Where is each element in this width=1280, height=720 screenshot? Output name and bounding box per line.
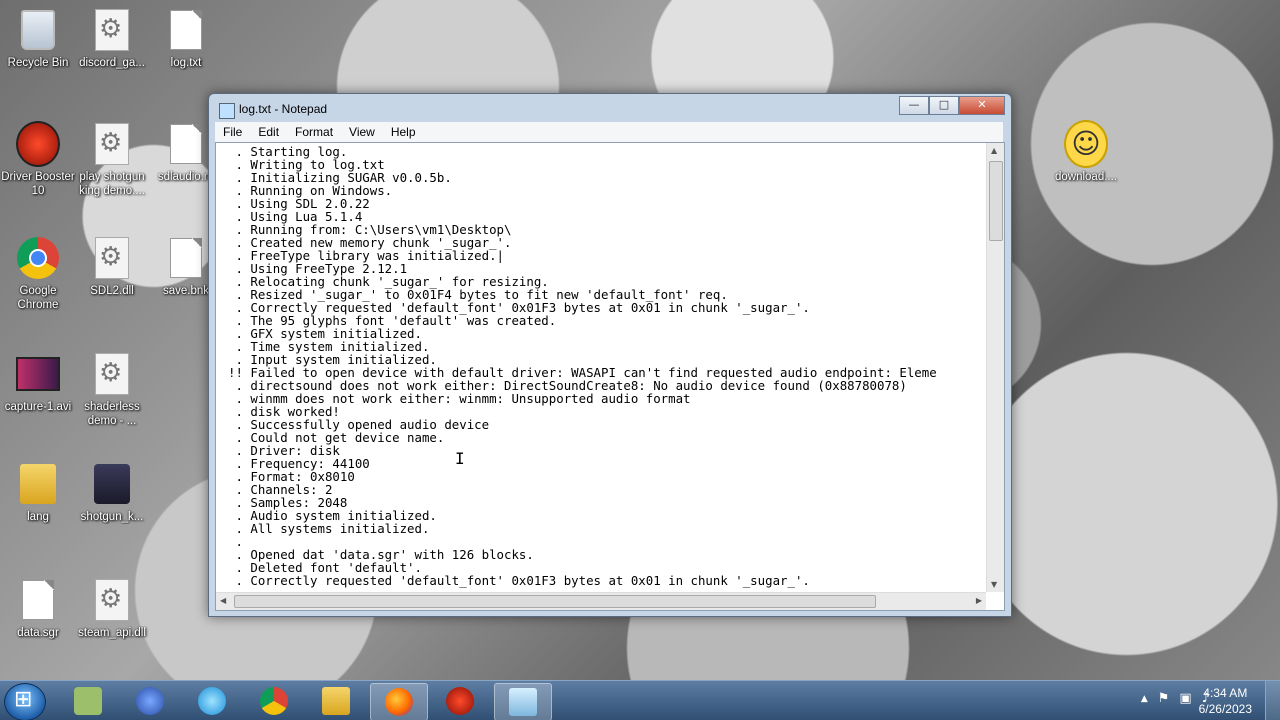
menu-help[interactable]: Help [383, 125, 424, 139]
show-desktop-button[interactable] [1265, 681, 1280, 720]
gear-file-icon [90, 236, 134, 280]
taskbar-notepad[interactable] [494, 683, 552, 720]
desktop-icon-shaderless-demo[interactable]: shaderless demo - ... [74, 352, 150, 428]
menu-format[interactable]: Format [287, 125, 341, 139]
taskbar-driver-booster[interactable] [432, 683, 488, 719]
recycle-bin-icon [16, 8, 60, 52]
notepad-icon [219, 103, 235, 119]
show-hidden-icons-button[interactable]: ▲ [1141, 691, 1148, 707]
folder-icon [322, 687, 350, 715]
file-icon [164, 236, 208, 280]
notepad-window[interactable]: log.txt - Notepad — □ ✕ File Edit Format… [208, 93, 1012, 617]
scroll-right-arrow-icon[interactable]: ▶ [976, 596, 982, 605]
file-icon [16, 578, 60, 622]
desktop-icon-download[interactable]: ☺ download.... [1048, 120, 1124, 184]
taskbar-file-explorer[interactable] [308, 683, 364, 719]
driver-booster-icon [446, 687, 474, 715]
file-icon [164, 122, 208, 166]
horizontal-scrollbar[interactable]: ◀ ▶ [216, 592, 986, 610]
desktop-icon-log-txt[interactable]: log.txt [148, 8, 224, 70]
taskbar: ▲ ⚑ ▣ ♪ 4:34 AM 6/26/2023 [0, 680, 1280, 720]
gear-file-icon [90, 122, 134, 166]
smiley-image-icon: ☺ [1064, 120, 1108, 168]
menu-file[interactable]: File [215, 125, 250, 139]
desktop-icon-play-shotgun-king[interactable]: play shotgun king demo.... [74, 122, 150, 198]
taskbar-app-infinity[interactable] [122, 683, 178, 719]
notes-app-icon [74, 687, 102, 715]
desktop-icon-sdl2-dll[interactable]: SDL2.dll [74, 236, 150, 298]
desktop-icon-data-sgr[interactable]: data.sgr [0, 578, 76, 640]
taskbar-firefox[interactable] [370, 683, 428, 720]
text-content[interactable]: . Starting log. . Writing to log.txt . I… [216, 143, 986, 592]
flag-icon[interactable]: ⚑ [1158, 691, 1170, 707]
internet-explorer-icon [198, 687, 226, 715]
gear-file-icon [90, 352, 134, 396]
folder-icon [16, 462, 60, 506]
text-file-icon [164, 8, 208, 52]
network-icon[interactable]: ▣ [1179, 691, 1191, 707]
chrome-icon [16, 236, 60, 280]
maximize-button[interactable]: □ [929, 96, 959, 115]
scroll-left-arrow-icon[interactable]: ◀ [220, 596, 226, 605]
video-file-icon [16, 352, 60, 396]
vertical-scroll-thumb[interactable] [989, 161, 1003, 241]
clock[interactable]: 4:34 AM 6/26/2023 [1199, 685, 1252, 717]
start-button[interactable] [4, 683, 46, 720]
desktop-icon-steam-api-dll[interactable]: steam_api.dll [74, 578, 150, 640]
title-bar[interactable]: log.txt - Notepad — □ ✕ [209, 94, 1011, 124]
gear-file-icon [90, 578, 134, 622]
close-button[interactable]: ✕ [959, 96, 1005, 115]
horizontal-scroll-thumb[interactable] [234, 595, 876, 608]
text-editor[interactable]: . Starting log. . Writing to log.txt . I… [215, 142, 1005, 611]
gear-file-icon [90, 8, 134, 52]
window-title: log.txt - Notepad [239, 102, 328, 116]
menu-view[interactable]: View [341, 125, 383, 139]
driver-booster-icon [16, 121, 60, 167]
infinity-app-icon [136, 687, 164, 715]
vertical-scrollbar[interactable]: ▲ ▼ [986, 143, 1004, 592]
menu-edit[interactable]: Edit [250, 125, 287, 139]
desktop-icon-lang-folder[interactable]: lang [0, 462, 76, 524]
text-cursor-icon: I [455, 449, 465, 468]
taskbar-internet-explorer[interactable] [184, 683, 240, 719]
clock-time: 4:34 AM [1203, 686, 1248, 700]
desktop-icon-shotgun-king[interactable]: shotgun_k... [74, 462, 150, 524]
desktop-icon-capture-avi[interactable]: capture-1.avi [0, 352, 76, 414]
taskbar-notepad-plus[interactable] [60, 683, 116, 719]
desktop-icon-discord-game[interactable]: discord_ga... [74, 8, 150, 70]
scroll-up-arrow-icon[interactable]: ▲ [991, 146, 997, 155]
minimize-button[interactable]: — [899, 96, 929, 115]
menu-bar: File Edit Format View Help [215, 122, 1003, 142]
notepad-icon [509, 688, 537, 716]
firefox-icon [385, 688, 413, 716]
clock-date: 6/26/2023 [1198, 702, 1252, 716]
desktop-icon-driver-booster[interactable]: Driver Booster 10 [0, 121, 76, 198]
desktop-icon-google-chrome[interactable]: Google Chrome [0, 236, 76, 312]
game-exe-icon [90, 462, 134, 506]
scroll-down-arrow-icon[interactable]: ▼ [991, 580, 997, 589]
taskbar-chrome[interactable] [246, 683, 302, 719]
chrome-icon [260, 687, 288, 715]
desktop-icon-recycle-bin[interactable]: Recycle Bin [0, 8, 76, 70]
